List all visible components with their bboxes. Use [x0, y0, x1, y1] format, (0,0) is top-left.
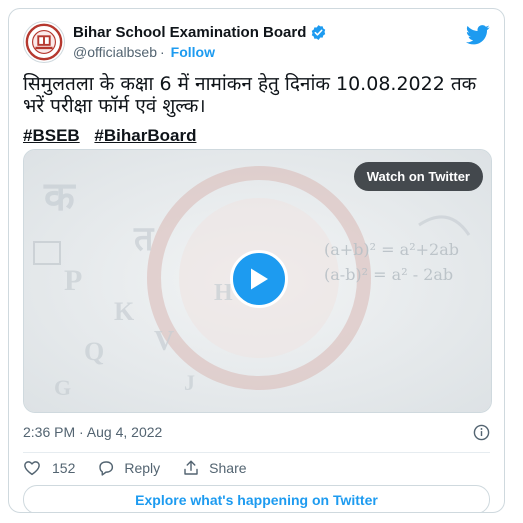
- bseb-logo: [25, 23, 63, 61]
- svg-text:क: क: [43, 174, 76, 219]
- tweet-embed-card: Bihar School Examination Board @official…: [8, 8, 505, 513]
- share-label: Share: [209, 460, 247, 476]
- timestamp-row: 2:36 PM · Aug 4, 2022: [23, 422, 490, 442]
- tweet-header: Bihar School Examination Board @official…: [23, 21, 490, 69]
- explore-twitter-button[interactable]: Explore what's happening on Twitter: [23, 485, 490, 512]
- share-icon: [184, 460, 198, 475]
- separator-dot: ·: [160, 44, 165, 60]
- svg-text:त: त: [133, 221, 155, 258]
- svg-text:Q: Q: [84, 337, 104, 366]
- info-icon[interactable]: [473, 424, 490, 441]
- reply-button[interactable]: Reply: [97, 459, 160, 477]
- account-handle[interactable]: @officialbseb: [73, 44, 157, 60]
- verified-badge-icon: [312, 25, 326, 40]
- account-info: Bihar School Examination Board @official…: [73, 24, 327, 60]
- formula-2: (a-b)² = a² - 2ab: [324, 265, 454, 284]
- tweet-text: सिमुलतला के कक्षा 6 में नामांकन हेतु दिन…: [23, 73, 477, 117]
- share-button[interactable]: Share: [182, 459, 247, 477]
- reply-icon: [99, 461, 114, 476]
- hashtag-row: #BSEB #BiharBoard: [23, 126, 206, 146]
- svg-text:G: G: [54, 375, 71, 400]
- like-button[interactable]: 152: [23, 459, 75, 477]
- like-count: 152: [52, 460, 76, 476]
- svg-text:K: K: [114, 297, 135, 326]
- svg-text:P: P: [64, 264, 82, 297]
- twitter-bird-icon[interactable]: [466, 25, 490, 45]
- svg-text:J: J: [184, 370, 195, 395]
- play-button[interactable]: [230, 250, 288, 308]
- follow-button[interactable]: Follow: [171, 44, 215, 60]
- reply-label: Reply: [124, 460, 161, 476]
- formula-1: (a+b)² = a²+2ab: [324, 240, 459, 259]
- video-thumbnail[interactable]: क त P K Q V J H G (a+b)² = a²+2ab (a-b)²…: [23, 149, 492, 413]
- avatar[interactable]: [23, 21, 65, 63]
- heart-icon: [24, 461, 40, 476]
- hashtag-bseb[interactable]: #BSEB: [23, 126, 80, 145]
- divider: [23, 452, 490, 453]
- hashtag-biharboard[interactable]: #BiharBoard: [94, 126, 196, 145]
- svg-text:V: V: [154, 326, 174, 357]
- account-name[interactable]: Bihar School Examination Board: [73, 24, 306, 41]
- watch-on-twitter-button[interactable]: Watch on Twitter: [353, 162, 483, 191]
- tweet-timestamp[interactable]: 2:36 PM · Aug 4, 2022: [23, 424, 162, 440]
- tweet-actions: 152 Reply Share: [23, 457, 269, 479]
- play-icon: [251, 268, 268, 290]
